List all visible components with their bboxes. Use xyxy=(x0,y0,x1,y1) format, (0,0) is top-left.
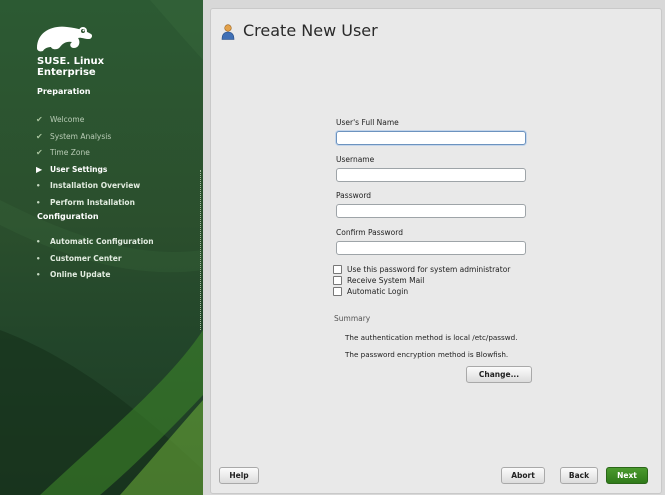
auto-login-checkbox-label: Automatic Login xyxy=(347,287,409,296)
page-title: Create New User xyxy=(243,21,378,40)
full-name-label: User's Full Name xyxy=(336,118,399,127)
auto-login-checkbox[interactable] xyxy=(333,287,342,296)
step-label: Time Zone xyxy=(50,148,90,157)
step-automatic-configuration: • Automatic Configuration xyxy=(36,234,201,251)
brand-line-1: SUSE. Linux xyxy=(37,56,105,67)
admin-password-checkbox[interactable] xyxy=(333,265,342,274)
step-label: Perform Installation xyxy=(50,197,135,207)
bullet-icon: • xyxy=(36,198,41,207)
step-installation-overview: • Installation Overview xyxy=(36,178,201,195)
step-label: Automatic Configuration xyxy=(50,237,154,246)
back-button[interactable]: Back xyxy=(560,467,598,484)
sidebar-resize-handle[interactable] xyxy=(200,170,202,330)
step-system-analysis: ✔ System Analysis xyxy=(36,129,201,146)
brand-name: SUSE. Linux Enterprise xyxy=(37,56,104,78)
password-input[interactable] xyxy=(336,204,526,218)
confirm-password-label: Confirm Password xyxy=(336,228,403,237)
system-mail-checkbox-row[interactable]: Receive System Mail xyxy=(333,275,424,286)
step-welcome: ✔ Welcome xyxy=(36,112,201,129)
checkmark-icon: ✔ xyxy=(36,148,43,157)
step-customer-center: • Customer Center xyxy=(36,251,201,268)
bullet-icon: • xyxy=(36,271,41,279)
help-button[interactable]: Help xyxy=(219,467,259,484)
bullet-icon: • xyxy=(36,182,41,190)
auto-login-checkbox-row[interactable]: Automatic Login xyxy=(333,286,408,297)
step-label: User Settings xyxy=(50,164,108,174)
summary-title: Summary xyxy=(334,314,371,323)
configuration-steps: • Automatic Configuration • Customer Cente… xyxy=(36,234,201,284)
step-label: Online Update xyxy=(50,270,111,279)
step-time-zone: ✔ Time Zone xyxy=(36,145,201,162)
suse-chameleon-logo xyxy=(37,26,93,52)
section-title-configuration: Configuration xyxy=(37,212,99,221)
password-label: Password xyxy=(336,191,372,200)
confirm-password-input[interactable] xyxy=(336,241,526,255)
step-perform-installation: • Perform Installation xyxy=(36,195,201,212)
summary-encryption-method: The password encryption method is Blowfi… xyxy=(345,350,509,359)
username-label: Username xyxy=(336,155,375,164)
step-user-settings: ▶ User Settings xyxy=(36,162,201,179)
brand-line-2: Enterprise xyxy=(37,67,96,78)
checkmark-icon: ✔ xyxy=(36,115,43,124)
system-mail-checkbox-label: Receive System Mail xyxy=(347,276,425,285)
abort-button[interactable]: Abort xyxy=(501,467,545,484)
sidebar: SUSE. Linux Enterprise Preparation ✔ Welc… xyxy=(0,0,203,495)
admin-password-checkbox-row[interactable]: Use this password for system administrat… xyxy=(333,264,510,275)
summary-auth-method: The authentication method is local /etc/… xyxy=(345,333,518,342)
next-button[interactable]: Next xyxy=(606,467,648,484)
bullet-icon: • xyxy=(36,238,41,246)
system-mail-checkbox[interactable] xyxy=(333,276,342,285)
step-label: Customer Center xyxy=(50,253,122,263)
admin-password-checkbox-label: Use this password for system administrat… xyxy=(347,265,511,274)
step-label: Installation Overview xyxy=(50,181,141,190)
change-button[interactable]: Change... xyxy=(466,366,532,383)
step-online-update: • Online Update xyxy=(36,267,201,284)
step-label: System Analysis xyxy=(50,131,112,141)
full-name-input[interactable] xyxy=(336,131,526,145)
section-title-preparation: Preparation xyxy=(37,87,91,96)
current-arrow-icon: ▶ xyxy=(36,164,43,174)
bullet-icon: • xyxy=(36,254,41,263)
preparation-steps: ✔ Welcome ✔ System Analysis ✔ Time Zone ▶ Us… xyxy=(36,112,201,211)
step-label: Welcome xyxy=(50,115,85,124)
user-icon xyxy=(221,24,235,40)
checkmark-icon: ✔ xyxy=(36,131,43,141)
main-panel: Create New User User's Full Name Usernam… xyxy=(210,8,662,494)
username-input[interactable] xyxy=(336,168,526,182)
